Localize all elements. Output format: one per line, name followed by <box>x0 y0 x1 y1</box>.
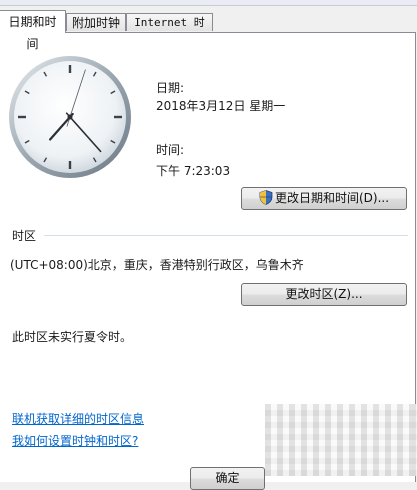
change-date-and-time-label: 更改日期和时间(D)... <box>274 191 390 205</box>
time-label: 时间: <box>156 143 185 157</box>
tab-internet-time[interactable]: Internet 时间 <box>126 13 213 47</box>
date-value: 2018年3月12日 星期一 <box>156 99 286 113</box>
how-to-set-clock-link[interactable]: 我如何设置时钟和时区? <box>12 432 138 449</box>
tab-additional-clocks[interactable]: 附加时钟 <box>66 13 126 31</box>
timezone-group-divider <box>44 235 408 236</box>
change-date-and-time-button[interactable]: 更改日期和时间(D)... <box>241 187 407 210</box>
ok-button-label: 确定 <box>215 471 240 485</box>
dst-note: 此时区未实行夏令时。 <box>12 330 133 344</box>
pixelated-overlay <box>265 404 417 476</box>
time-value: 下午 7:23:03 <box>156 164 231 178</box>
timezone-group-label: 时区 <box>12 229 37 243</box>
clock-center-pin <box>67 114 73 120</box>
tab-bar: 日期和时间 附加时钟 Internet 时间 <box>0 10 417 51</box>
uac-shield-icon <box>259 190 273 205</box>
online-timezone-info-link[interactable]: 联机获取详细的时区信息 <box>12 410 144 427</box>
analog-clock <box>9 56 131 178</box>
tab-date-and-time[interactable]: 日期和时间 <box>0 10 66 51</box>
change-timezone-button[interactable]: 更改时区(Z)... <box>241 283 407 306</box>
timezone-value: (UTC+08:00)北京，重庆，香港特别行政区，乌鲁木齐 <box>10 258 304 272</box>
date-label: 日期: <box>156 81 185 95</box>
change-timezone-label: 更改时区(Z)... <box>285 287 363 301</box>
window-top-edge <box>0 0 417 6</box>
ok-button[interactable]: 确定 <box>190 467 265 490</box>
